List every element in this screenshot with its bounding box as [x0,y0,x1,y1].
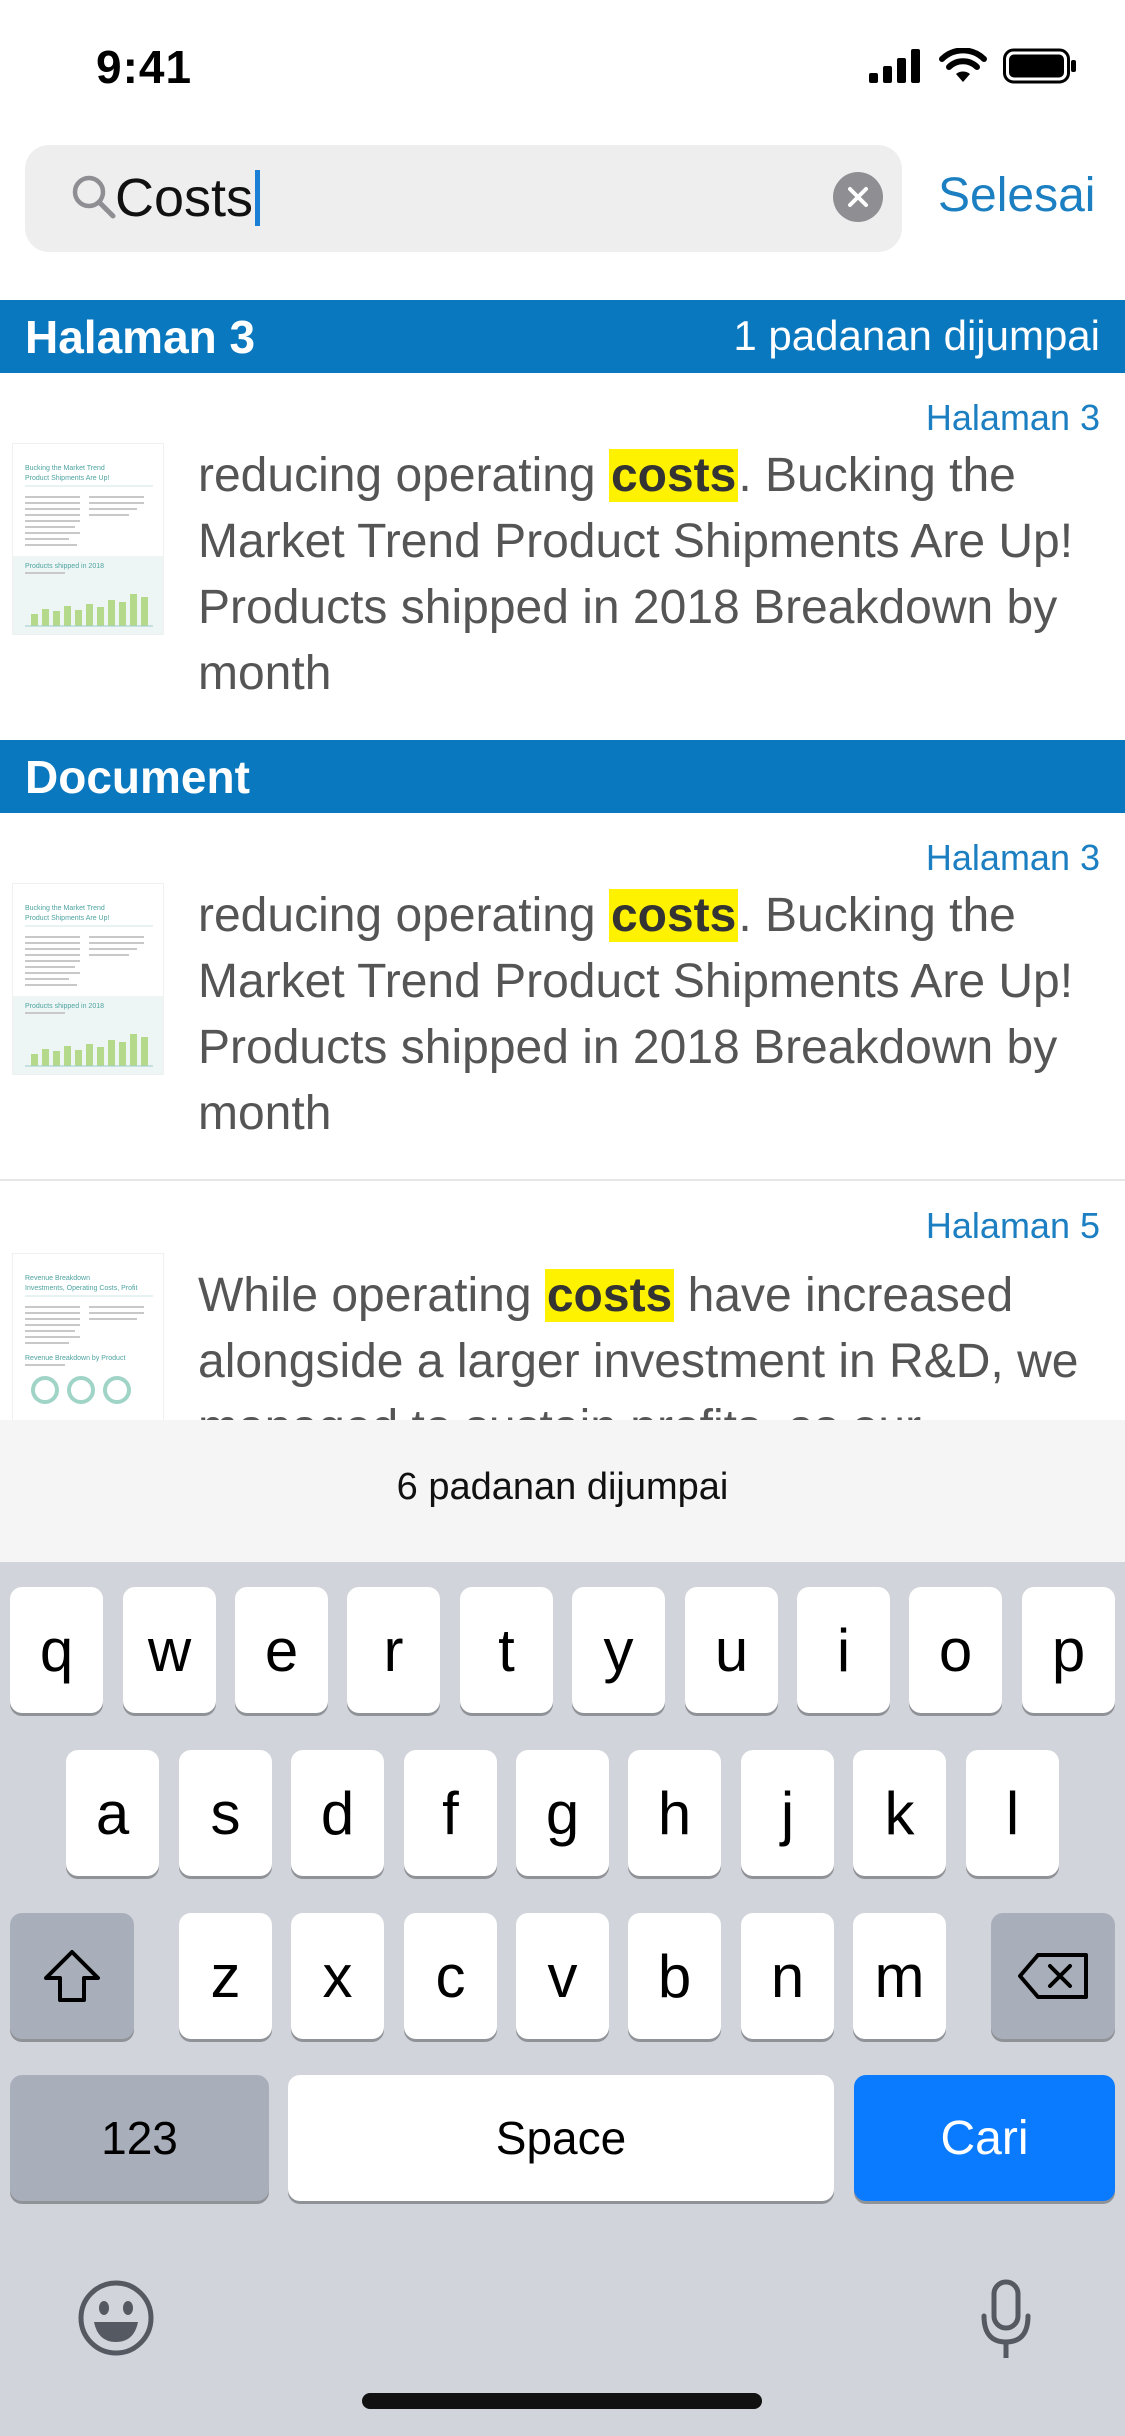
key-u[interactable]: u [685,1587,778,1713]
microphone-icon [981,2279,1031,2358]
result-page-label: Halaman 3 [925,837,1100,878]
done-button[interactable]: Selesai [938,168,1095,223]
key-q[interactable]: q [10,1587,103,1713]
svg-text:Investments, Operating Costs,: Investments, Operating Costs, Profit [25,1285,137,1292]
snippet-text-before: While operating [198,1269,545,1322]
key-n[interactable]: n [741,1913,834,2039]
emoji-button[interactable] [76,2278,156,2358]
key-a[interactable]: a [66,1750,159,1876]
svg-text:Products shipped in 2018: Products shipped in 2018 [25,563,104,570]
snippet-text-before: reducing operating [198,449,609,502]
search-query: Costs [115,168,254,228]
key-s[interactable]: s [179,1750,272,1876]
snippet-text-before: reducing operating [198,889,609,942]
battery-icon [1003,48,1076,84]
key-x[interactable]: x [291,1913,384,2039]
svg-text:Revenue Breakdown: Revenue Breakdown [25,1275,90,1282]
section-header-document: Document [0,740,1125,813]
search-result[interactable]: Halaman 3 Bucking the Market Trend Produ… [0,373,1125,740]
key-f[interactable]: f [404,1750,497,1876]
section-match-count: 1 padanan dijumpai [733,312,1100,359]
text-caret [255,170,261,226]
key-c[interactable]: c [404,1913,497,2039]
key-e[interactable]: e [235,1587,328,1713]
backspace-icon [1018,1953,1088,1999]
section-title: Halaman 3 [25,311,256,363]
key-w[interactable]: w [123,1587,216,1713]
keyboard: q w e r t y u i o p a s d f g h j k l z … [0,1562,1125,2436]
key-i[interactable]: i [797,1587,890,1713]
backspace-key[interactable] [991,1913,1115,2039]
highlighted-match: costs [544,1269,675,1322]
search-icon [72,175,116,219]
svg-text:Product Shipments Are Up!: Product Shipments Are Up! [25,475,109,482]
result-snippet: While operating costs have increased alo… [198,1263,1098,1420]
key-b[interactable]: b [628,1913,721,2039]
key-o[interactable]: o [909,1587,1002,1713]
result-snippet: reducing operating costs. Bucking the Ma… [198,883,1098,1147]
key-r[interactable]: r [347,1587,440,1713]
page-thumbnail: Bucking the Market Trend Product Shipmen… [12,883,164,1075]
page-thumbnail: Bucking the Market Trend Product Shipmen… [12,443,164,635]
key-j[interactable]: j [741,1750,834,1876]
match-count-bar: 6 padanan dijumpai [0,1420,1125,1562]
key-g[interactable]: g [516,1750,609,1876]
key-d[interactable]: d [291,1750,384,1876]
svg-text:Bucking the Market Trend: Bucking the Market Trend [25,905,105,912]
result-page-label: Halaman 5 [925,1205,1100,1246]
key-p[interactable]: p [1022,1587,1115,1713]
numbers-key[interactable]: 123 [10,2075,269,2201]
key-y[interactable]: y [572,1587,665,1713]
space-key[interactable]: Space [288,2075,834,2201]
key-h[interactable]: h [628,1750,721,1876]
key-m[interactable]: m [853,1913,946,2039]
status-icons [869,46,1077,86]
search-input[interactable]: Costs [115,163,261,233]
highlighted-match: costs [608,449,739,502]
key-v[interactable]: v [516,1913,609,2039]
key-l[interactable]: l [966,1750,1059,1876]
dictation-button[interactable] [980,2278,1032,2362]
status-time: 9:41 [96,41,193,93]
result-page-label: Halaman 3 [925,397,1100,438]
svg-text:Bucking the Market Trend: Bucking the Market Trend [25,465,105,472]
emoji-icon [78,2280,154,2356]
shift-icon [44,1950,100,2002]
search-field[interactable]: Costs [25,145,902,252]
key-k[interactable]: k [853,1750,946,1876]
page-thumbnail: Revenue Breakdown Investments, Operating… [12,1253,164,1420]
key-z[interactable]: z [179,1913,272,2039]
section-title: Document [25,751,250,803]
section-header-page: Halaman 3 1 padanan dijumpai [0,300,1125,373]
cellular-signal-icon [869,49,920,83]
shift-key[interactable] [10,1913,134,2039]
key-t[interactable]: t [460,1587,553,1713]
wifi-icon [939,48,987,82]
clear-search-button[interactable] [833,172,883,222]
close-icon [848,187,868,207]
search-return-key[interactable]: Cari [854,2075,1115,2201]
svg-text:Revenue Breakdown by Product: Revenue Breakdown by Product [25,1355,125,1362]
search-result[interactable]: Halaman 3 Bucking the Market Trend Produ… [0,813,1125,1180]
svg-text:Product Shipments Are Up!: Product Shipments Are Up! [25,915,109,922]
total-match-count: 6 padanan dijumpai [396,1466,729,1508]
highlighted-match: costs [608,889,739,942]
search-result[interactable]: Halaman 5 Revenue Breakdown Investments,… [0,1181,1125,1420]
result-snippet: reducing operating costs. Bucking the Ma… [198,443,1098,707]
home-indicator [362,2393,762,2409]
svg-text:Products shipped in 2018: Products shipped in 2018 [25,1003,104,1010]
